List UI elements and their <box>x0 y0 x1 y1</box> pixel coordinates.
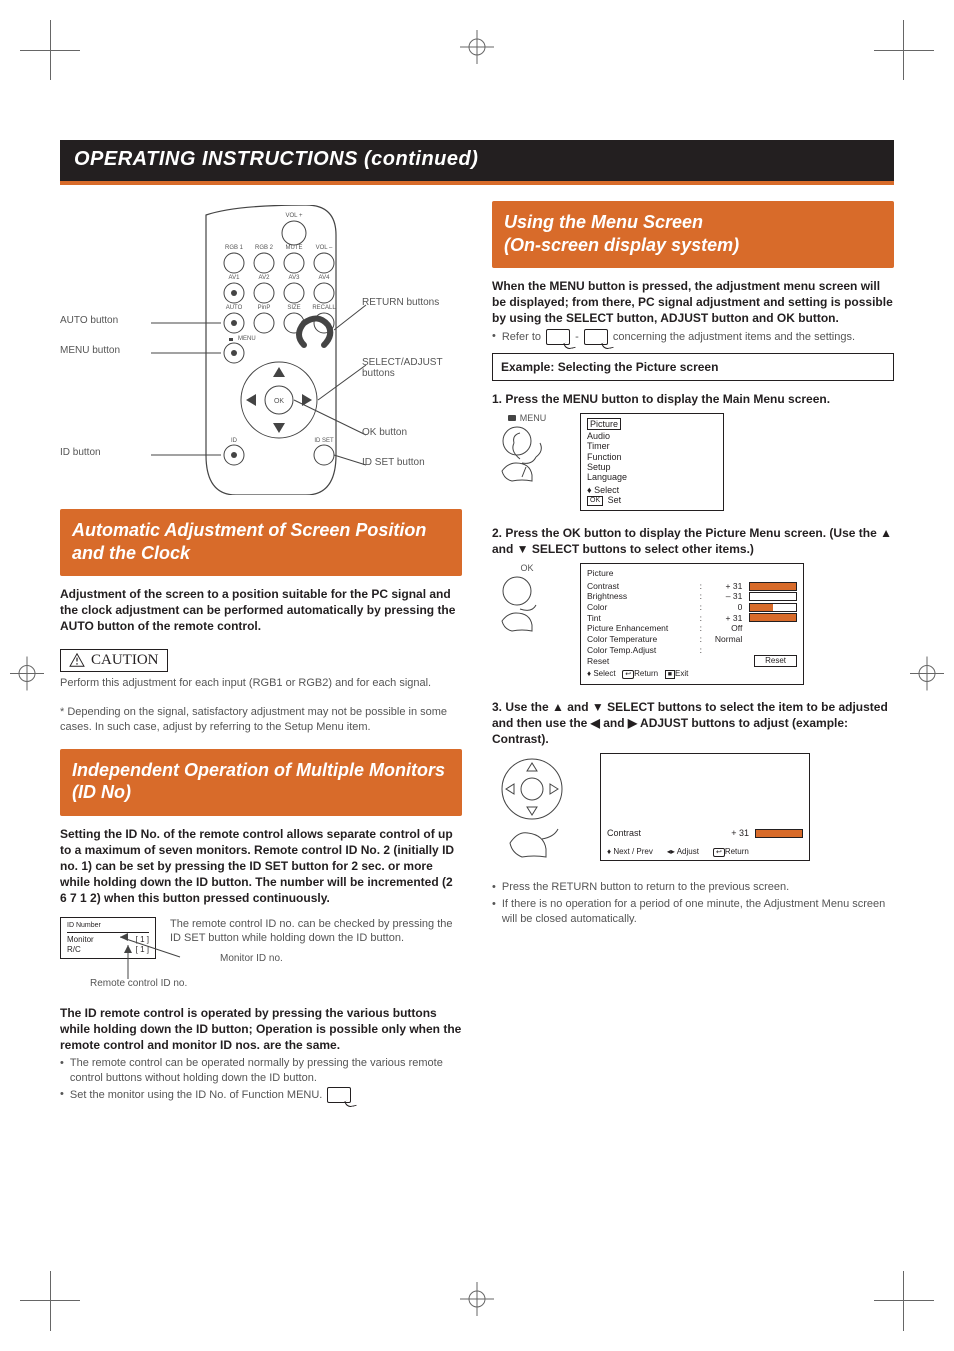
svg-text:VOL –: VOL – <box>316 245 333 251</box>
caution-body: Perform this adjustment for each input (… <box>60 676 462 691</box>
menu-key-icon <box>508 415 516 421</box>
dpad-press-graphic <box>492 753 582 866</box>
key-vol-plus: VOL + <box>286 213 303 219</box>
example-box: Example: Selecting the Picture screen <box>492 353 894 381</box>
ok-press-graphic: OK <box>492 563 562 638</box>
svg-text:MENU: MENU <box>238 336 256 342</box>
picture-menu-row: Tint:+ 31 <box>587 613 797 624</box>
label-select-adjust: SELECT/ADJUST buttons <box>362 357 452 379</box>
section-menu-screen: Using the Menu Screen (On-screen display… <box>492 201 894 268</box>
id-bullet-2: •Set the monitor using the ID No. of Fun… <box>60 1087 462 1103</box>
label-auto-button: AUTO button <box>60 315 118 326</box>
title-underline <box>60 181 894 185</box>
label-monitor-id: Monitor ID no. <box>220 953 462 964</box>
registration-mark <box>460 30 494 69</box>
picture-menu-row: Brightness:– 31 <box>587 591 797 602</box>
svg-text:MUTE: MUTE <box>286 245 303 251</box>
registration-mark <box>910 656 944 695</box>
left-column: VOL + RGB 1 RGB 2 MUTE VOL – AV1 AV2 AV3… <box>60 201 462 1105</box>
section-auto-adjust: Automatic Adjustment of Screen Position … <box>60 509 462 576</box>
section-id-no: Independent Operation of Multiple Monito… <box>60 749 462 816</box>
svg-text:RECALL: RECALL <box>312 305 336 311</box>
registration-mark <box>10 656 44 695</box>
manual-page: OPERATING INSTRUCTIONS (continued) VOL +… <box>0 0 954 1351</box>
crop-mark <box>874 50 934 51</box>
warning-icon <box>69 653 85 667</box>
picture-menu-row: Picture Enhancement:Off <box>587 623 797 634</box>
svg-text:AUTO: AUTO <box>226 305 243 311</box>
tail-bullet-2: •If there is no operation for a period o… <box>492 897 894 927</box>
svg-text:AV4: AV4 <box>319 275 331 281</box>
note-body: * Depending on the signal, satisfactory … <box>60 705 462 735</box>
text-auto-adjust: Adjustment of the screen to a position s… <box>60 586 462 635</box>
page-ref-icon <box>546 329 570 345</box>
picture-menu-row: Color:0 <box>587 602 797 613</box>
label-ok-button: OK button <box>362 427 407 438</box>
caution-chip: CAUTION <box>60 649 168 672</box>
page-ref-icon <box>327 1087 351 1103</box>
page-title: OPERATING INSTRUCTIONS (continued) <box>74 148 478 170</box>
svg-text:OK: OK <box>274 398 284 405</box>
label-rc-id: Remote control ID no. <box>90 978 462 989</box>
registration-mark <box>460 1282 494 1321</box>
crop-mark <box>20 1300 80 1301</box>
right-column: Using the Menu Screen (On-screen display… <box>492 201 894 1105</box>
refer-line: • Refer to - concerning the adjustment i… <box>492 329 894 345</box>
crop-mark <box>903 1271 904 1331</box>
svg-text:RGB 1: RGB 1 <box>225 245 244 251</box>
label-id-button: ID button <box>60 447 101 458</box>
remote-svg: VOL + RGB 1 RGB 2 MUTE VOL – AV1 AV2 AV3… <box>66 205 456 495</box>
label-menu-button: MENU button <box>60 345 120 356</box>
label-return-buttons: RETURN buttons <box>362 297 439 308</box>
picture-menu-box: Picture Contrast:+ 31 Brightness:– 31 Co… <box>580 563 804 685</box>
svg-text:SIZE: SIZE <box>287 305 300 311</box>
label-idset-button: ID SET button <box>362 457 425 468</box>
page-ref-icon <box>584 329 608 345</box>
menu-press-graphic: MENU <box>492 413 562 488</box>
picture-menu-row: Contrast:+ 31 <box>587 581 797 592</box>
picture-menu-row: Color Temperature:Normal <box>587 634 797 645</box>
id-body2: The ID remote control is operated by pre… <box>60 1005 462 1054</box>
tail-bullet-1: •Press the RETURN button to return to th… <box>492 880 894 895</box>
remote-diagram: VOL + RGB 1 RGB 2 MUTE VOL – AV1 AV2 AV3… <box>60 205 462 495</box>
step-2: 2. Press the OK button to display the Pi… <box>492 525 894 557</box>
svg-text:PinP: PinP <box>258 305 271 311</box>
picture-menu-row: Color Temp.Adjust: <box>587 645 797 656</box>
svg-text:RGB 2: RGB 2 <box>255 245 274 251</box>
crop-mark <box>20 50 80 51</box>
menu-intro: When the MENU button is pressed, the adj… <box>492 278 894 327</box>
step-1: 1. Press the MENU button to display the … <box>492 391 894 407</box>
id-bullet-1: •The remote control can be operated norm… <box>60 1056 462 1086</box>
svg-text:AV3: AV3 <box>289 275 301 281</box>
id-body: Setting the ID No. of the remote control… <box>60 826 462 907</box>
contrast-box: Contrast + 31 ♦ Next / Prev ◂▸ Adjust ↩R… <box>600 753 810 861</box>
main-menu-box: Picture Audio Timer Function Setup Langu… <box>580 413 724 511</box>
crop-mark <box>50 1271 51 1331</box>
page-title-bar: OPERATING INSTRUCTIONS (continued) <box>60 140 894 181</box>
svg-text:AV1: AV1 <box>229 275 241 281</box>
step-3: 3. Use the ▲ and ▼ SELECT buttons to sel… <box>492 699 894 748</box>
caution-label: CAUTION <box>91 652 159 669</box>
svg-text:ID: ID <box>231 438 238 444</box>
crop-mark <box>874 1300 934 1301</box>
svg-text:AV2: AV2 <box>259 275 271 281</box>
svg-text:ID SET: ID SET <box>314 438 334 444</box>
